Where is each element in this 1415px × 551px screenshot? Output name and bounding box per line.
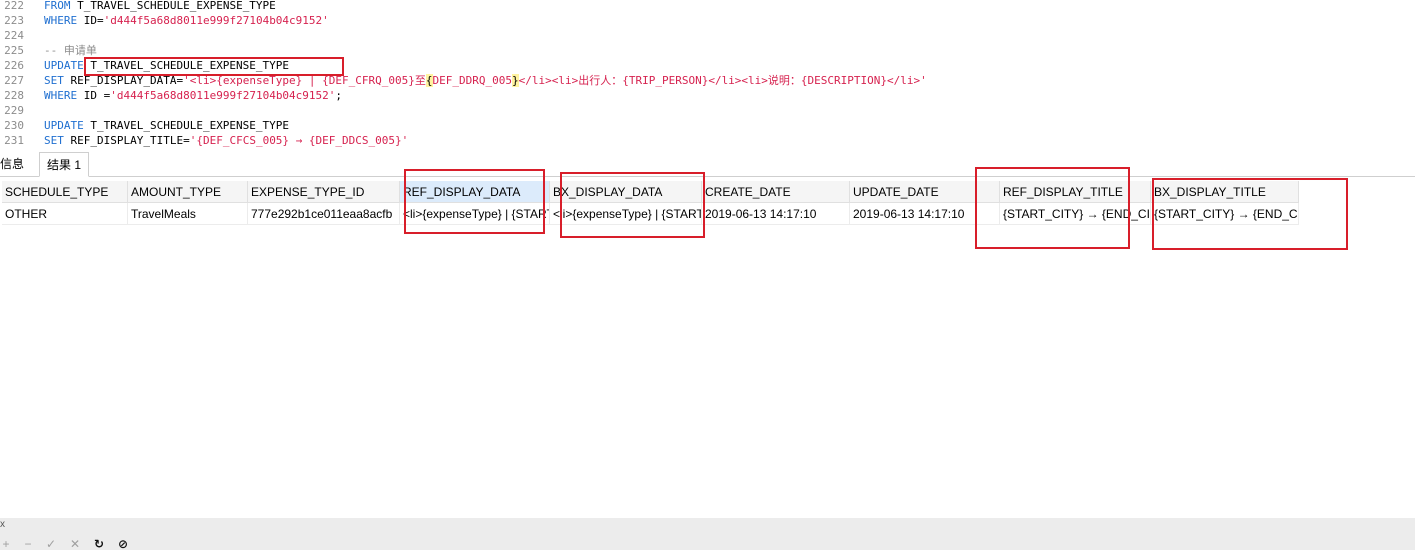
column-header-expense-type-id[interactable]: EXPENSE_TYPE_ID (248, 181, 400, 203)
table-cell[interactable]: {START_CITY} → {END_CITY} (1151, 203, 1299, 225)
line-number: 224 (4, 29, 24, 42)
code-line[interactable]: 227 SET REF_DISPLAY_DATA='<li>{expenseTyp… (0, 73, 927, 88)
code-token: DEF_DDRQ_005 (432, 74, 512, 87)
code-token: ; (335, 89, 343, 102)
code-line[interactable]: 225 -- 申请单 (0, 43, 97, 58)
code-token: T_TRAVEL_SCHEDULE_EXPENSE_TYPE (90, 119, 290, 132)
table-cell[interactable]: TravelMeals (128, 203, 248, 225)
stop-icon[interactable]: ⊘ (117, 538, 129, 550)
column-header-amount-type[interactable]: AMOUNT_TYPE (128, 181, 248, 203)
column-header-ref-display-data[interactable]: REF_DISPLAY_DATA (400, 181, 550, 203)
line-number: 230 (4, 119, 24, 132)
discard-changes-icon[interactable]: ✕ (69, 538, 81, 550)
code-token: WHERE (44, 14, 84, 27)
code-token: REF_DISPLAY_TITLE= (70, 134, 190, 147)
tiny-mark: x (0, 519, 5, 530)
table-cell[interactable]: <li>{expenseType} | {START (400, 203, 550, 225)
code-token: '<li>{expenseType} | {DEF_CFRQ_005}至 (183, 74, 426, 87)
code-line[interactable]: 231 SET REF_DISPLAY_TITLE='{DEF_CFCS_005}… (0, 133, 408, 148)
code-line[interactable]: 223 WHERE ID='d444f5a68d8011e999f27104b04… (0, 13, 329, 28)
table-cell[interactable]: {START_CITY} → {END_CITY} (1000, 203, 1151, 225)
code-line[interactable]: 228 WHERE ID ='d444f5a68d8011e999f27104b0… (0, 88, 342, 103)
line-number: 222 (4, 0, 24, 12)
line-number: 226 (4, 59, 24, 72)
apply-changes-icon[interactable]: ✓ (45, 538, 57, 550)
table-cell[interactable]: 2019-06-13 14:17:10 (702, 203, 850, 225)
code-line[interactable]: 222 FROM T_TRAVEL_SCHEDULE_EXPENSE_TYPE (0, 0, 276, 13)
line-number: 231 (4, 134, 24, 147)
code-token: { (425, 74, 433, 87)
table-cell[interactable]: OTHER (2, 203, 128, 225)
code-token: SET (44, 74, 71, 87)
column-header-bx-display-data[interactable]: BX_DISPLAY_DATA (550, 181, 702, 203)
code-token: 'd444f5a68d8011e999f27104b04c9152' (110, 89, 336, 102)
line-number: 227 (4, 74, 24, 87)
code-token: SET (44, 134, 71, 147)
add-row-icon[interactable]: + (0, 538, 12, 550)
code-token: T_TRAVEL_SCHEDULE_EXPENSE_TYPE (77, 0, 276, 12)
line-number: 225 (4, 44, 24, 57)
code-token: ID= (83, 14, 104, 27)
tab-info[interactable]: 信息 (0, 152, 38, 176)
code-token: ID = (83, 89, 111, 102)
code-token: UPDATE (44, 59, 91, 72)
code-token: </li><li>出行人：{TRIP_PERSON}</li><li>说明：{D… (518, 74, 927, 87)
grid-toolbar: x + − ✓ ✕ ↻ ⊘ (0, 518, 1415, 550)
line-number: 229 (4, 104, 24, 117)
table-cell[interactable]: 2019-06-13 14:17:10 (850, 203, 1000, 225)
code-line[interactable]: 226 UPDATE T_TRAVEL_SCHEDULE_EXPENSE_TYPE (0, 58, 289, 73)
line-number: 228 (4, 89, 24, 102)
code-token: UPDATE (44, 119, 91, 132)
delete-row-icon[interactable]: − (22, 538, 34, 550)
column-header-bx-display-title[interactable]: BX_DISPLAY_TITLE (1151, 181, 1299, 203)
column-header-update-date[interactable]: UPDATE_DATE (850, 181, 1000, 203)
line-number: 223 (4, 14, 24, 27)
code-token: 'd444f5a68d8011e999f27104b04c9152' (103, 14, 329, 27)
code-token: -- 申请单 (44, 44, 97, 57)
sql-editor[interactable]: 222 FROM T_TRAVEL_SCHEDULE_EXPENSE_TYPE 22… (0, 0, 1415, 150)
code-line[interactable]: 229 (0, 103, 44, 118)
refresh-icon[interactable]: ↻ (93, 538, 105, 550)
table-cell[interactable]: <li>{expenseType} | {START (550, 203, 702, 225)
code-token: REF_DISPLAY_DATA= (70, 74, 184, 87)
code-token: } (512, 74, 519, 87)
code-token: T_TRAVEL_SCHEDULE_EXPENSE_TYPE (90, 59, 290, 72)
code-token: '{DEF_CFCS_005} → {DEF_DDCS_005}' (189, 134, 409, 147)
code-line[interactable]: 230 UPDATE T_TRAVEL_SCHEDULE_EXPENSE_TYPE (0, 118, 289, 133)
column-header-schedule-type[interactable]: SCHEDULE_TYPE (2, 181, 128, 203)
code-token: WHERE (44, 89, 84, 102)
result-tab-bar: 信息 结果 1 (0, 152, 1415, 177)
column-header-ref-display-title[interactable]: REF_DISPLAY_TITLE (1000, 181, 1151, 203)
tab-result-1[interactable]: 结果 1 (39, 152, 89, 177)
code-token: FROM (44, 0, 78, 12)
table-cell[interactable]: 777e292b1ce011eaa8acfb (248, 203, 400, 225)
column-header-create-date[interactable]: CREATE_DATE (702, 181, 850, 203)
code-line[interactable]: 224 (0, 28, 44, 43)
